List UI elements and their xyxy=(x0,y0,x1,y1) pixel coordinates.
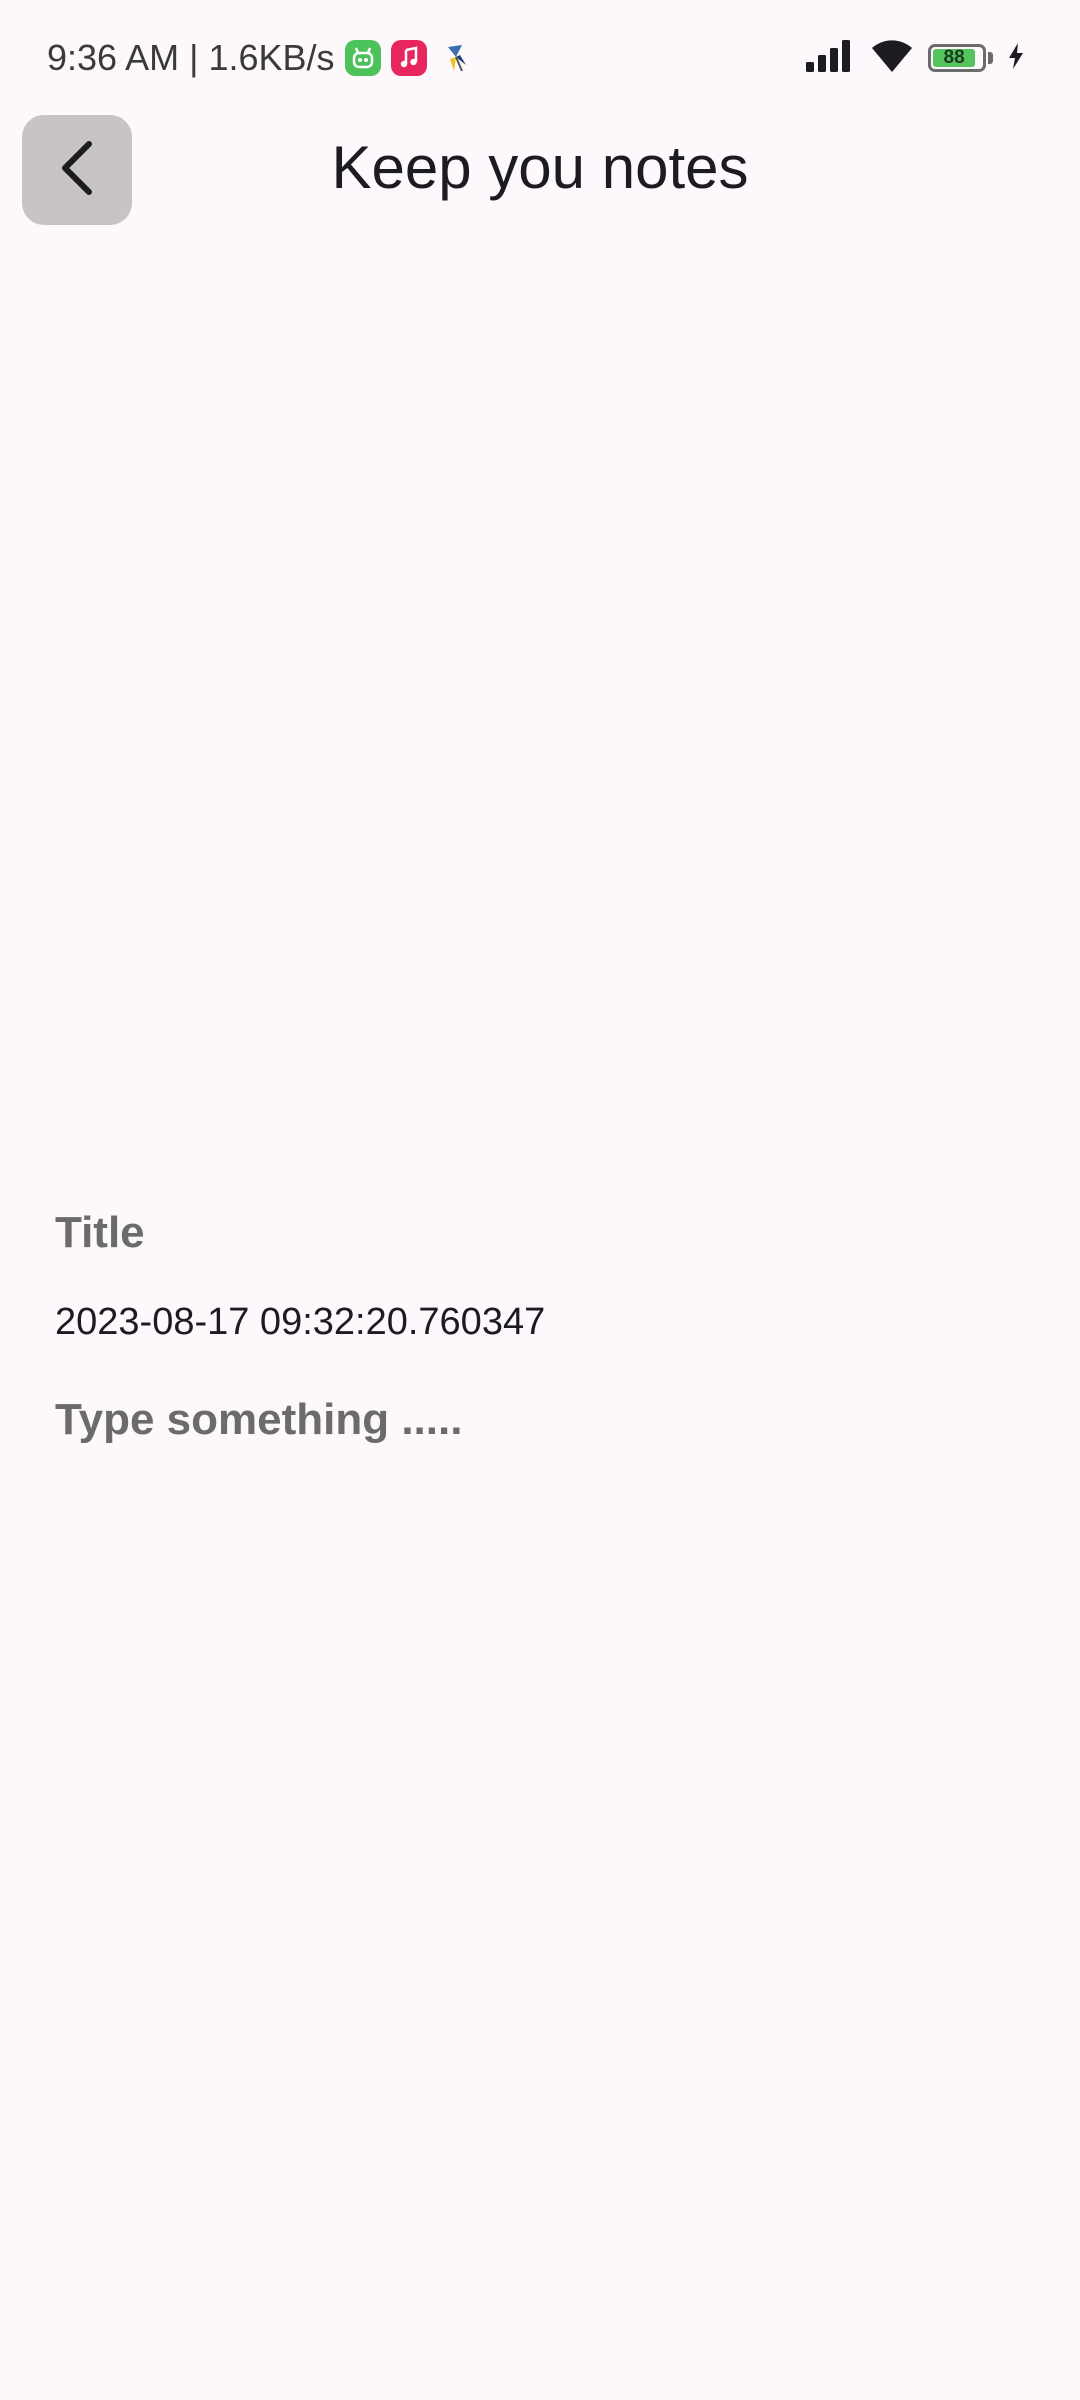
robot-app-icon xyxy=(344,40,381,76)
status-net-speed: 1.6KB/s xyxy=(208,37,335,78)
title-input[interactable]: Title xyxy=(55,1198,1025,1268)
battery-icon: 88 xyxy=(928,44,993,72)
battery-tip xyxy=(988,52,993,64)
pinwheel-app-icon xyxy=(437,40,473,76)
charging-bolt-icon xyxy=(1007,42,1025,75)
body-input[interactable]: Type something ..... xyxy=(55,1385,1025,1455)
battery-body: 88 xyxy=(928,44,986,72)
wifi-icon xyxy=(870,38,914,79)
status-right: 88 xyxy=(804,34,1025,82)
page-title: Keep you notes xyxy=(331,134,749,201)
note-timestamp: 2023-08-17 09:32:20.760347 xyxy=(55,1301,546,1343)
status-separator: | xyxy=(189,37,199,78)
battery-level: 88 xyxy=(933,47,976,68)
status-time: 9:36 AM xyxy=(47,37,180,78)
status-left: 9:36 AM | 1.6KB/s xyxy=(47,34,473,82)
music-app-icon xyxy=(390,40,427,76)
signal-icon xyxy=(804,38,856,79)
status-bar: 9:36 AM | 1.6KB/s 88 xyxy=(0,0,1080,110)
